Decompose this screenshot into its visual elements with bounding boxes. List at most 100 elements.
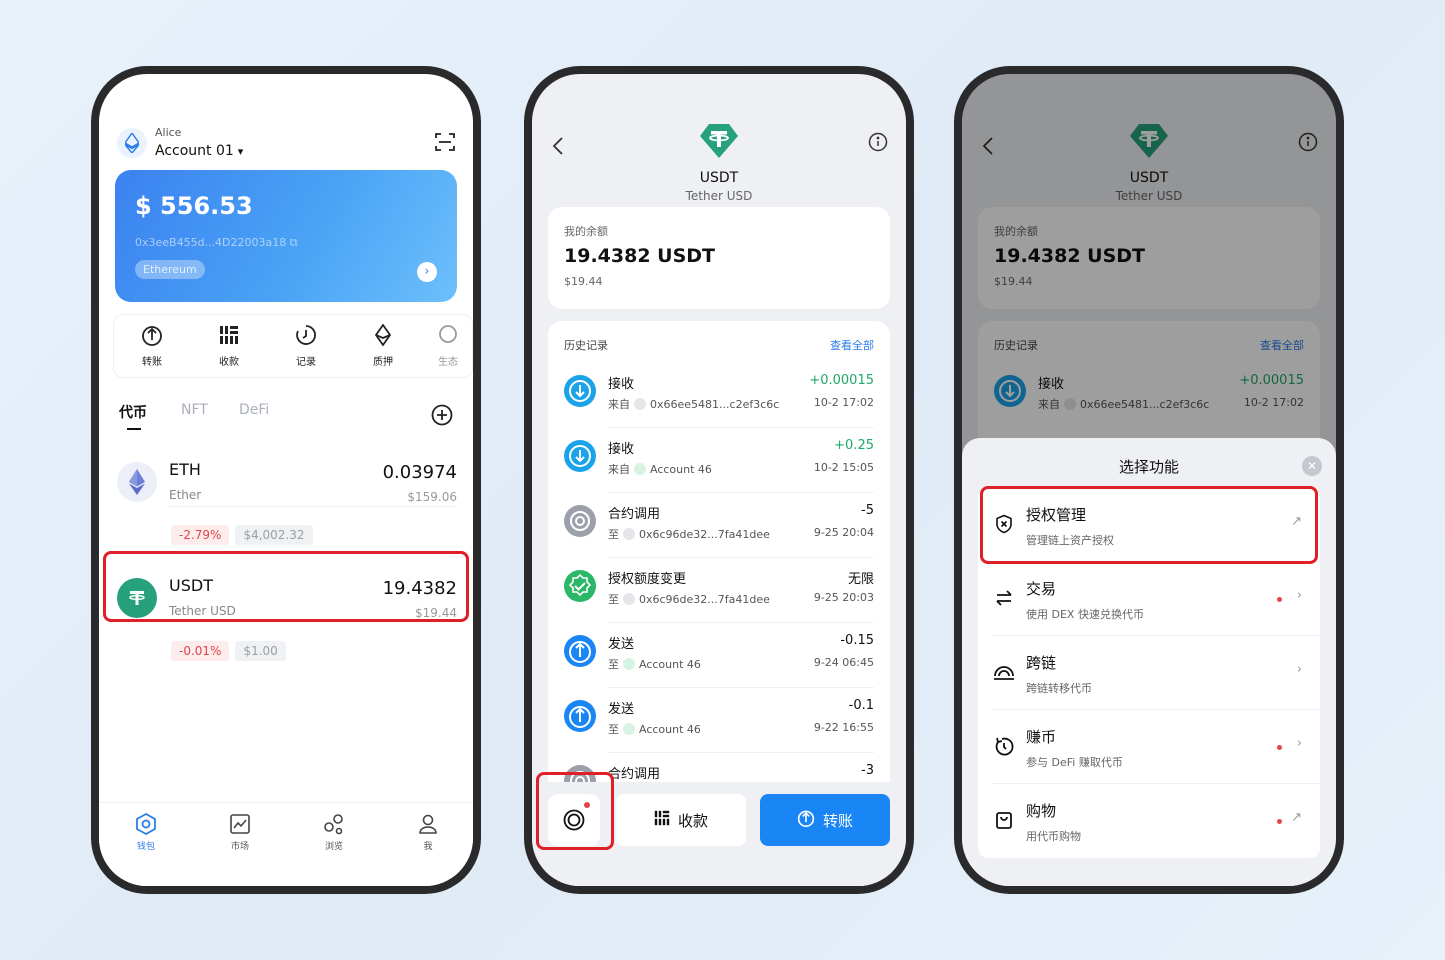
- action-ecosystem[interactable]: 生态: [426, 323, 470, 368]
- close-icon[interactable]: ✕: [1302, 456, 1322, 476]
- external-link-icon: ↗: [1291, 810, 1302, 825]
- add-token-icon[interactable]: [431, 404, 453, 426]
- account-avatar-icon: [623, 658, 635, 670]
- nav-browse[interactable]: 浏览: [309, 811, 359, 852]
- tx-time: 9-22 16:55: [813, 721, 874, 734]
- chart-icon: [215, 811, 265, 837]
- action-stake[interactable]: 质押: [353, 323, 413, 368]
- menu-item-title: 购物: [1026, 802, 1057, 820]
- bottom-nav: 钱包 市场 浏览 我: [99, 802, 473, 886]
- balance-panel: 我的余额 19.4382 USDT $19.44: [548, 207, 890, 309]
- tx-dir: 至: [608, 593, 619, 606]
- menu-item-desc: 参与 DeFi 赚取代币: [1026, 756, 1123, 769]
- nav-label: 钱包: [136, 842, 155, 852]
- nav-wallet[interactable]: 钱包: [121, 811, 171, 852]
- copy-icon[interactable]: ⧉: [290, 236, 298, 249]
- scan-icon[interactable]: [435, 132, 455, 152]
- tx-address: Account 46: [639, 723, 701, 736]
- account-avatar-icon: [634, 463, 646, 475]
- tx-counterparty: 至 0x6c96de32...7fa41dee: [608, 526, 770, 542]
- menu-item-desc: 用代币购物: [1026, 830, 1081, 843]
- quick-actions: 转账 收款 记录 质押 生态: [113, 314, 473, 378]
- action-bar: 收款 转账: [532, 772, 906, 886]
- wallet-home-screen: Alice Account 01 ▾ $ 556.53 0x3eeB455d...…: [99, 74, 473, 886]
- tx-time: 9-25 20:03: [813, 591, 874, 604]
- function-menu: 授权管理 管理链上资产授权 ↗ 交易 使用 DEX 快速兑换代币 › 跨链 跨链…: [978, 486, 1320, 858]
- chevron-right-icon: ›: [1296, 662, 1302, 677]
- price-change-badge: -2.79%: [171, 525, 230, 545]
- tx-row[interactable]: 合约调用 至 0x6c96de32...7fa41dee -5 9-25 20:0…: [548, 493, 890, 558]
- account-avatar-icon: [623, 723, 635, 735]
- stake-icon: [353, 323, 413, 347]
- phone-wallet-home: Alice Account 01 ▾ $ 556.53 0x3eeB455d...…: [91, 66, 481, 894]
- tab-nft[interactable]: NFT: [181, 402, 208, 418]
- chevron-right-icon: ›: [1296, 736, 1302, 751]
- tab-defi[interactable]: DeFi: [239, 402, 269, 418]
- avatar: [623, 528, 635, 540]
- tx-amount: -0.1: [848, 698, 874, 713]
- menu-item-desc: 使用 DEX 快速兑换代币: [1026, 608, 1144, 621]
- menu-item-desc: 跨链转移代币: [1026, 682, 1092, 695]
- eth-logo-icon: [117, 462, 157, 502]
- ecosystem-icon: [426, 323, 470, 347]
- tx-row[interactable]: 发送 至 Account 46 -0.15 9-24 06:45: [548, 623, 890, 688]
- tx-type: 接收: [608, 377, 635, 392]
- nav-me[interactable]: 我: [403, 811, 453, 852]
- tx-row[interactable]: 发送 至 Account 46 -0.1 9-22 16:55: [548, 688, 890, 753]
- token-symbol: ETH: [169, 460, 201, 479]
- tx-address: Account 46: [650, 463, 712, 476]
- bridge-icon: [992, 660, 1016, 684]
- highlight-usdt-row: [103, 551, 469, 622]
- menu-item-earn[interactable]: 赚币 参与 DeFi 赚取代币 ›: [978, 710, 1320, 784]
- info-icon[interactable]: [868, 132, 888, 152]
- tx-row[interactable]: 接收 来自 0x66ee5481...c2ef3c6c +0.00015 10-2…: [548, 363, 890, 428]
- action-history[interactable]: 记录: [276, 323, 336, 368]
- chevron-right-icon: ›: [1296, 588, 1302, 603]
- tx-address: 0x6c96de32...7fa41dee: [639, 528, 770, 541]
- menu-item-shopping[interactable]: 购物 用代币购物 ↗: [978, 784, 1320, 858]
- price-badge: $4,002.32: [235, 525, 313, 545]
- token-balance: 0.03974: [382, 462, 457, 483]
- back-arrow-icon[interactable]: [552, 136, 564, 161]
- receive-button[interactable]: 收款: [616, 794, 746, 846]
- action-label: 质押: [373, 357, 393, 368]
- token-row-eth[interactable]: ETH Ether 0.03974 $159.06: [115, 454, 457, 524]
- menu-item-bridge[interactable]: 跨链 跨链转移代币 ›: [978, 636, 1320, 710]
- tx-counterparty: 至 Account 46: [608, 656, 701, 672]
- tx-amount: -3: [861, 763, 874, 778]
- divider: [169, 506, 457, 507]
- avatar: [623, 593, 635, 605]
- view-all-link[interactable]: 查看全部: [830, 337, 874, 353]
- tx-row[interactable]: 接收 来自 Account 46 +0.25 10-2 15:05: [548, 428, 890, 493]
- tx-row[interactable]: 授权额度变更 至 0x6c96de32...7fa41dee 无限 9-25 20…: [548, 558, 890, 623]
- wallet-address[interactable]: 0x3eeB455d...4D22003a18 ⧉: [135, 236, 437, 250]
- send-label: 转账: [822, 811, 853, 830]
- history-icon: [276, 323, 336, 347]
- account-user: Alice: [155, 126, 182, 139]
- account-header[interactable]: Alice Account 01 ▾: [117, 126, 455, 162]
- balance-card[interactable]: $ 556.53 0x3eeB455d...4D22003a18 ⧉ Ether…: [115, 170, 457, 302]
- nav-label: 浏览: [324, 842, 343, 852]
- receive-label: 收款: [677, 811, 708, 830]
- total-balance: $ 556.53: [135, 192, 253, 220]
- menu-item-title: 跨链: [1026, 654, 1057, 672]
- swap-icon: [992, 586, 1016, 610]
- account-selector[interactable]: Account 01 ▾: [155, 143, 243, 159]
- action-label: 记录: [296, 357, 316, 368]
- tx-address: 0x66ee5481...c2ef3c6c: [650, 398, 780, 411]
- action-send[interactable]: 转账: [122, 323, 182, 368]
- function-sheet: 选择功能 ✕ 授权管理 管理链上资产授权 ↗ 交易 使用 DEX 快速兑换代币 …: [962, 438, 1336, 886]
- chevron-right-icon[interactable]: ›: [417, 262, 437, 282]
- tab-tokens[interactable]: 代币: [119, 402, 147, 430]
- tx-type: 授权额度变更: [608, 572, 687, 587]
- send-icon: [564, 635, 596, 667]
- earn-icon: [992, 734, 1016, 758]
- balance-label: 我的余额: [564, 225, 608, 238]
- tx-counterparty: 来自 Account 46: [608, 461, 712, 477]
- tx-dir: 至: [608, 528, 619, 541]
- tx-time: 9-24 06:45: [813, 656, 874, 669]
- nav-market[interactable]: 市场: [215, 811, 265, 852]
- menu-item-trade[interactable]: 交易 使用 DEX 快速兑换代币 ›: [978, 562, 1320, 636]
- action-receive[interactable]: 收款: [199, 323, 259, 368]
- send-button[interactable]: 转账: [760, 794, 890, 846]
